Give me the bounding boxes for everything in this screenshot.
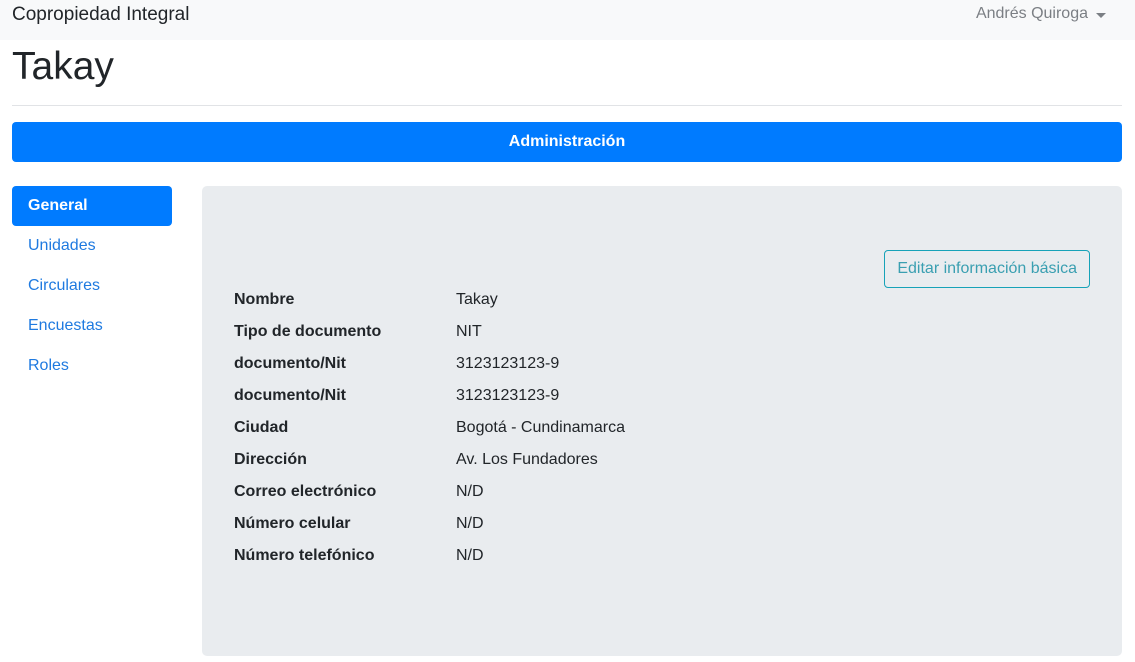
sidebar-item-unidades[interactable]: Unidades xyxy=(12,226,172,266)
info-row-documento-nit: documento/Nit 3123123123-9 xyxy=(234,348,625,380)
page-title: Takay xyxy=(12,45,114,88)
info-value: 3123123123-9 xyxy=(456,355,560,372)
info-value: NIT xyxy=(456,323,482,340)
info-value: N/D xyxy=(456,515,484,532)
info-label: Número telefónico xyxy=(234,547,375,564)
info-label: Ciudad xyxy=(234,419,289,436)
info-value: Av. Los Fundadores xyxy=(456,451,598,468)
info-row-correo: Correo electrónico N/D xyxy=(234,476,625,508)
info-row-tipo-documento: Tipo de documento NIT xyxy=(234,316,625,348)
info-row-telefono: Número telefónico N/D xyxy=(234,540,625,572)
info-row-direccion: Dirección Av. Los Fundadores xyxy=(234,444,625,476)
info-label: Correo electrónico xyxy=(234,483,377,500)
user-menu-dropdown[interactable]: Andrés Quiroga xyxy=(976,3,1106,25)
general-info-panel: Editar información básica Nombre Takay T… xyxy=(202,186,1122,656)
info-label: Tipo de documento xyxy=(234,323,382,340)
sidebar-nav: General Unidades Circulares Encuestas Ro… xyxy=(12,186,172,386)
info-value: N/D xyxy=(456,483,484,500)
info-label: Dirección xyxy=(234,451,307,468)
user-name: Andrés Quiroga xyxy=(975,5,1088,22)
info-label: documento/Nit xyxy=(234,387,346,404)
info-label: Número celular xyxy=(234,515,351,532)
info-row-ciudad: Ciudad Bogotá - Cundinamarca xyxy=(234,412,625,444)
sidebar-item-roles[interactable]: Roles xyxy=(12,346,172,386)
caret-down-icon xyxy=(1096,12,1106,18)
info-row-documento-nit: documento/Nit 3123123123-9 xyxy=(234,380,625,412)
info-value: Takay xyxy=(456,291,498,308)
info-value: Bogotá - Cundinamarca xyxy=(456,419,625,436)
title-divider xyxy=(12,105,1122,106)
brand-link[interactable]: Copropiedad Integral xyxy=(12,3,189,27)
info-label: Nombre xyxy=(234,291,295,308)
info-label: documento/Nit xyxy=(234,355,346,372)
info-value: 3123123123-9 xyxy=(456,387,560,404)
sidebar-item-circulares[interactable]: Circulares xyxy=(12,266,172,306)
administration-button[interactable]: Administración xyxy=(12,122,1122,162)
top-navbar: Copropiedad Integral Andrés Quiroga xyxy=(0,0,1135,40)
edit-basic-info-button[interactable]: Editar información básica xyxy=(884,250,1090,288)
sidebar-item-general[interactable]: General xyxy=(12,186,172,226)
info-row-celular: Número celular N/D xyxy=(234,508,625,540)
info-row-nombre: Nombre Takay xyxy=(234,284,625,316)
sidebar-item-encuestas[interactable]: Encuestas xyxy=(12,306,172,346)
info-value: N/D xyxy=(456,547,484,564)
info-list: Nombre Takay Tipo de documento NIT docum… xyxy=(234,284,625,572)
